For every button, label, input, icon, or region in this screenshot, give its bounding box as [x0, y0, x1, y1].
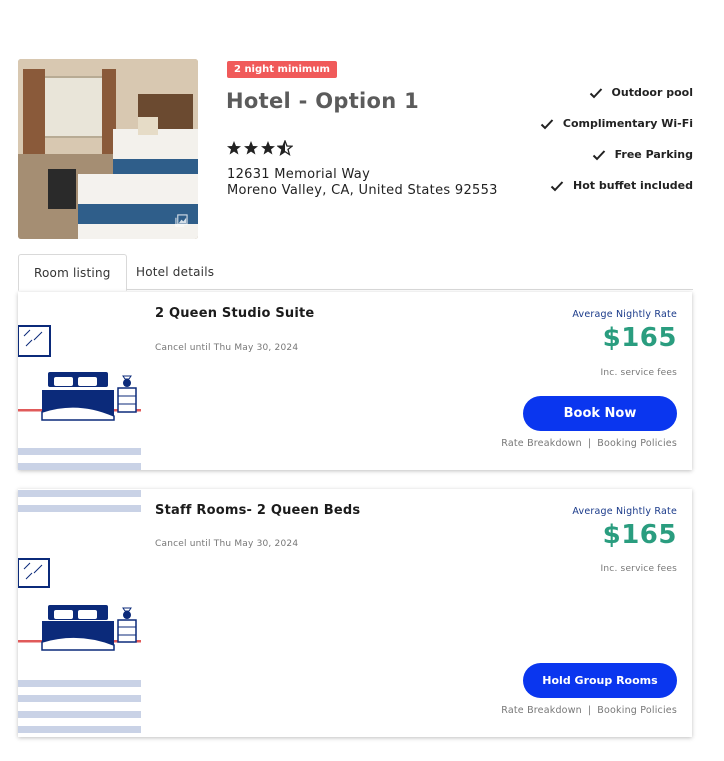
tab-hotel-details[interactable]: Hotel details — [121, 254, 229, 290]
amenity-item: Hot buffet included — [473, 170, 693, 201]
amenity-item: Outdoor pool — [473, 77, 693, 108]
hold-group-rooms-button[interactable]: Hold Group Rooms — [523, 663, 677, 698]
star-rating — [226, 140, 293, 156]
fees-note: Inc. service fees — [600, 564, 677, 574]
room-price: $165 — [602, 323, 677, 353]
room-links: Rate Breakdown | Booking Policies — [501, 438, 677, 449]
tab-bar: Room listing Hotel details — [18, 254, 693, 291]
room-links: Rate Breakdown | Booking Policies — [501, 705, 677, 716]
room-name: Staff Rooms- 2 Queen Beds — [155, 503, 361, 518]
star-icon — [261, 141, 275, 155]
check-icon — [540, 118, 554, 129]
half-star-icon — [277, 140, 293, 156]
amenity-label: Complimentary Wi-Fi — [562, 117, 693, 130]
check-icon — [550, 180, 564, 191]
link-separator: | — [587, 438, 592, 449]
gallery-icon[interactable] — [175, 214, 188, 227]
amenity-label: Free Parking — [614, 148, 693, 161]
link-separator: | — [587, 705, 592, 716]
room-card: Staff Rooms- 2 Queen Beds Cancel until T… — [18, 489, 692, 737]
address-street: 12631 Memorial Way — [227, 167, 371, 182]
book-now-button[interactable]: Book Now — [523, 396, 677, 431]
star-icon — [227, 141, 241, 155]
cancellation-policy: Cancel until Thu May 30, 2024 — [155, 539, 299, 549]
amenity-label: Outdoor pool — [611, 86, 693, 99]
room-illustration — [18, 325, 141, 470]
hotel-address: 12631 Memorial Way Moreno Valley, CA, Un… — [227, 167, 498, 199]
rate-breakdown-link[interactable]: Rate Breakdown — [501, 705, 582, 716]
amenity-item: Complimentary Wi-Fi — [473, 108, 693, 139]
check-icon — [589, 87, 602, 98]
amenity-label: Hot buffet included — [573, 179, 693, 192]
cancellation-policy: Cancel until Thu May 30, 2024 — [155, 343, 299, 353]
rate-label: Average Nightly Rate — [572, 309, 677, 320]
booking-policies-link[interactable]: Booking Policies — [597, 438, 677, 449]
amenity-item: Free Parking — [473, 139, 693, 170]
rate-breakdown-link[interactable]: Rate Breakdown — [501, 438, 582, 449]
tab-room-listing[interactable]: Room listing — [18, 254, 127, 291]
hotel-name: Hotel - Option 1 — [226, 89, 420, 113]
fees-note: Inc. service fees — [600, 368, 677, 378]
star-icon — [244, 141, 258, 155]
minimum-night-badge: 2 night minimum — [227, 61, 337, 78]
rate-label: Average Nightly Rate — [572, 506, 677, 517]
room-price: $165 — [602, 520, 677, 550]
amenities-list: Outdoor pool Complimentary Wi-Fi Free Pa… — [473, 77, 693, 201]
address-city: Moreno Valley, CA, United States 92553 — [227, 183, 498, 198]
check-icon — [592, 149, 605, 160]
room-name: 2 Queen Studio Suite — [155, 306, 315, 321]
hotel-room-image — [18, 59, 198, 239]
booking-policies-link[interactable]: Booking Policies — [597, 705, 677, 716]
room-card: 2 Queen Studio Suite Cancel until Thu Ma… — [18, 292, 692, 470]
hotel-photo[interactable] — [18, 59, 198, 239]
room-illustration — [18, 490, 141, 733]
